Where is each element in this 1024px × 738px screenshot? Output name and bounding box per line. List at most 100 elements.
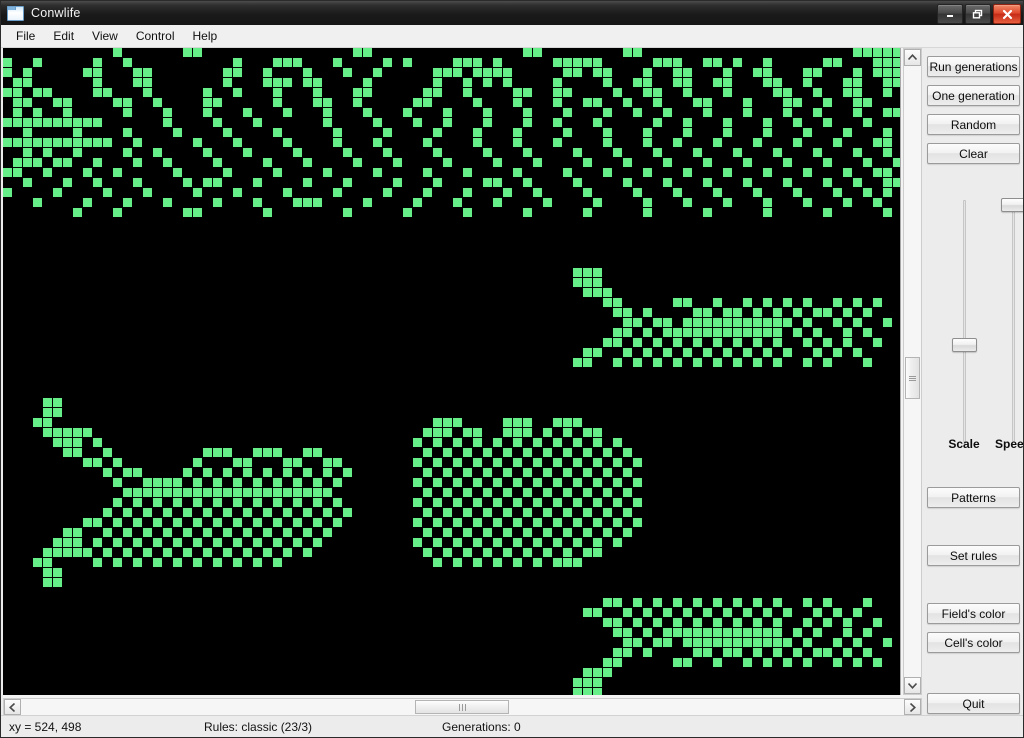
fields-color-button[interactable]: Field's color [927,603,1020,624]
life-cell [553,558,562,567]
status-generations: Generations: 0 [442,720,521,734]
life-cell [643,608,652,617]
minimize-button[interactable] [937,4,963,24]
scroll-up-arrow-icon[interactable] [904,49,921,66]
life-cell [453,68,462,77]
life-cell [493,558,502,567]
life-cell [183,508,192,517]
menu-item-help[interactable]: Help [184,26,227,46]
life-cell [833,138,842,147]
scroll-left-arrow-icon[interactable] [4,699,21,715]
life-field-canvas[interactable] [3,48,901,695]
life-cell [563,508,572,517]
life-cell [93,58,102,67]
life-cell [43,558,52,567]
life-cell [323,98,332,107]
patterns-button[interactable]: Patterns [927,487,1020,508]
life-cell [43,418,52,427]
horizontal-scrollbar[interactable] [3,698,922,716]
life-cell [523,508,532,517]
life-cell [483,108,492,117]
life-cell [543,508,552,517]
life-cell [103,138,112,147]
life-cell [433,438,442,447]
set-rules-button[interactable]: Set rules [927,545,1020,566]
life-cell [213,198,222,207]
life-cell [63,448,72,457]
life-cell [633,518,642,527]
life-cell [533,478,542,487]
one-generation-button[interactable]: One generation [927,85,1020,106]
life-cell [343,68,352,77]
random-button[interactable]: Random [927,114,1020,135]
life-cell [303,548,312,557]
menu-item-edit[interactable]: Edit [44,26,83,46]
cells-color-button[interactable]: Cell's color [927,632,1020,653]
menu-item-control[interactable]: Control [127,26,184,46]
life-cell [73,208,82,217]
life-cell [93,438,102,447]
life-cell [613,438,622,447]
speed-slider-thumb[interactable] [1001,198,1023,212]
scale-slider-thumb[interactable] [952,338,977,352]
life-cell [63,118,72,127]
life-cell [563,168,572,177]
life-cell [873,168,882,177]
scroll-right-arrow-icon[interactable] [904,699,921,715]
life-cell [833,58,842,67]
life-cell [523,178,532,187]
life-cell [653,148,662,157]
vertical-scrollbar-thumb[interactable] [905,357,920,399]
horizontal-scrollbar-thumb[interactable] [415,700,509,714]
life-cell [283,138,292,147]
quit-button[interactable]: Quit [927,693,1020,714]
life-cell [843,88,852,97]
life-cell [213,478,222,487]
life-cell [423,88,432,97]
life-cell [783,98,792,107]
life-cell [533,188,542,197]
life-cell [743,108,752,117]
life-cell [113,98,122,107]
vertical-scrollbar[interactable] [903,48,922,695]
life-cell [233,478,242,487]
life-cell [593,538,602,547]
close-button[interactable] [993,4,1021,24]
life-cell [153,148,162,157]
life-cell [23,158,32,167]
scale-slider-track[interactable] [963,200,966,442]
life-cell [633,318,642,327]
life-cell [873,58,882,67]
life-cell [33,58,42,67]
life-cell [353,98,362,107]
life-cell [483,118,492,127]
life-cell [673,138,682,147]
life-cell [783,318,792,327]
life-cell [223,508,232,517]
life-cell [673,628,682,637]
life-cell [483,508,492,517]
life-cell [493,158,502,167]
life-cell [103,468,112,477]
run-generations-button[interactable]: Run generations [927,56,1020,77]
life-cell [703,178,712,187]
life-cell [593,68,602,77]
life-cell [413,478,422,487]
life-cell [483,148,492,157]
life-cell [603,508,612,517]
life-cell [83,548,92,557]
life-cell [193,518,202,527]
menu-item-view[interactable]: View [83,26,127,46]
life-cell [263,68,272,77]
life-cell [143,78,152,87]
scroll-down-arrow-icon[interactable] [904,677,921,694]
life-cell [883,638,892,647]
life-cell [573,418,582,427]
life-cell [553,118,562,127]
restore-button[interactable] [965,4,991,24]
life-cell [863,628,872,637]
life-cell [523,48,532,57]
menu-item-file[interactable]: File [7,26,44,46]
clear-button[interactable]: Clear [927,143,1020,164]
speed-slider-track[interactable] [1012,200,1015,442]
